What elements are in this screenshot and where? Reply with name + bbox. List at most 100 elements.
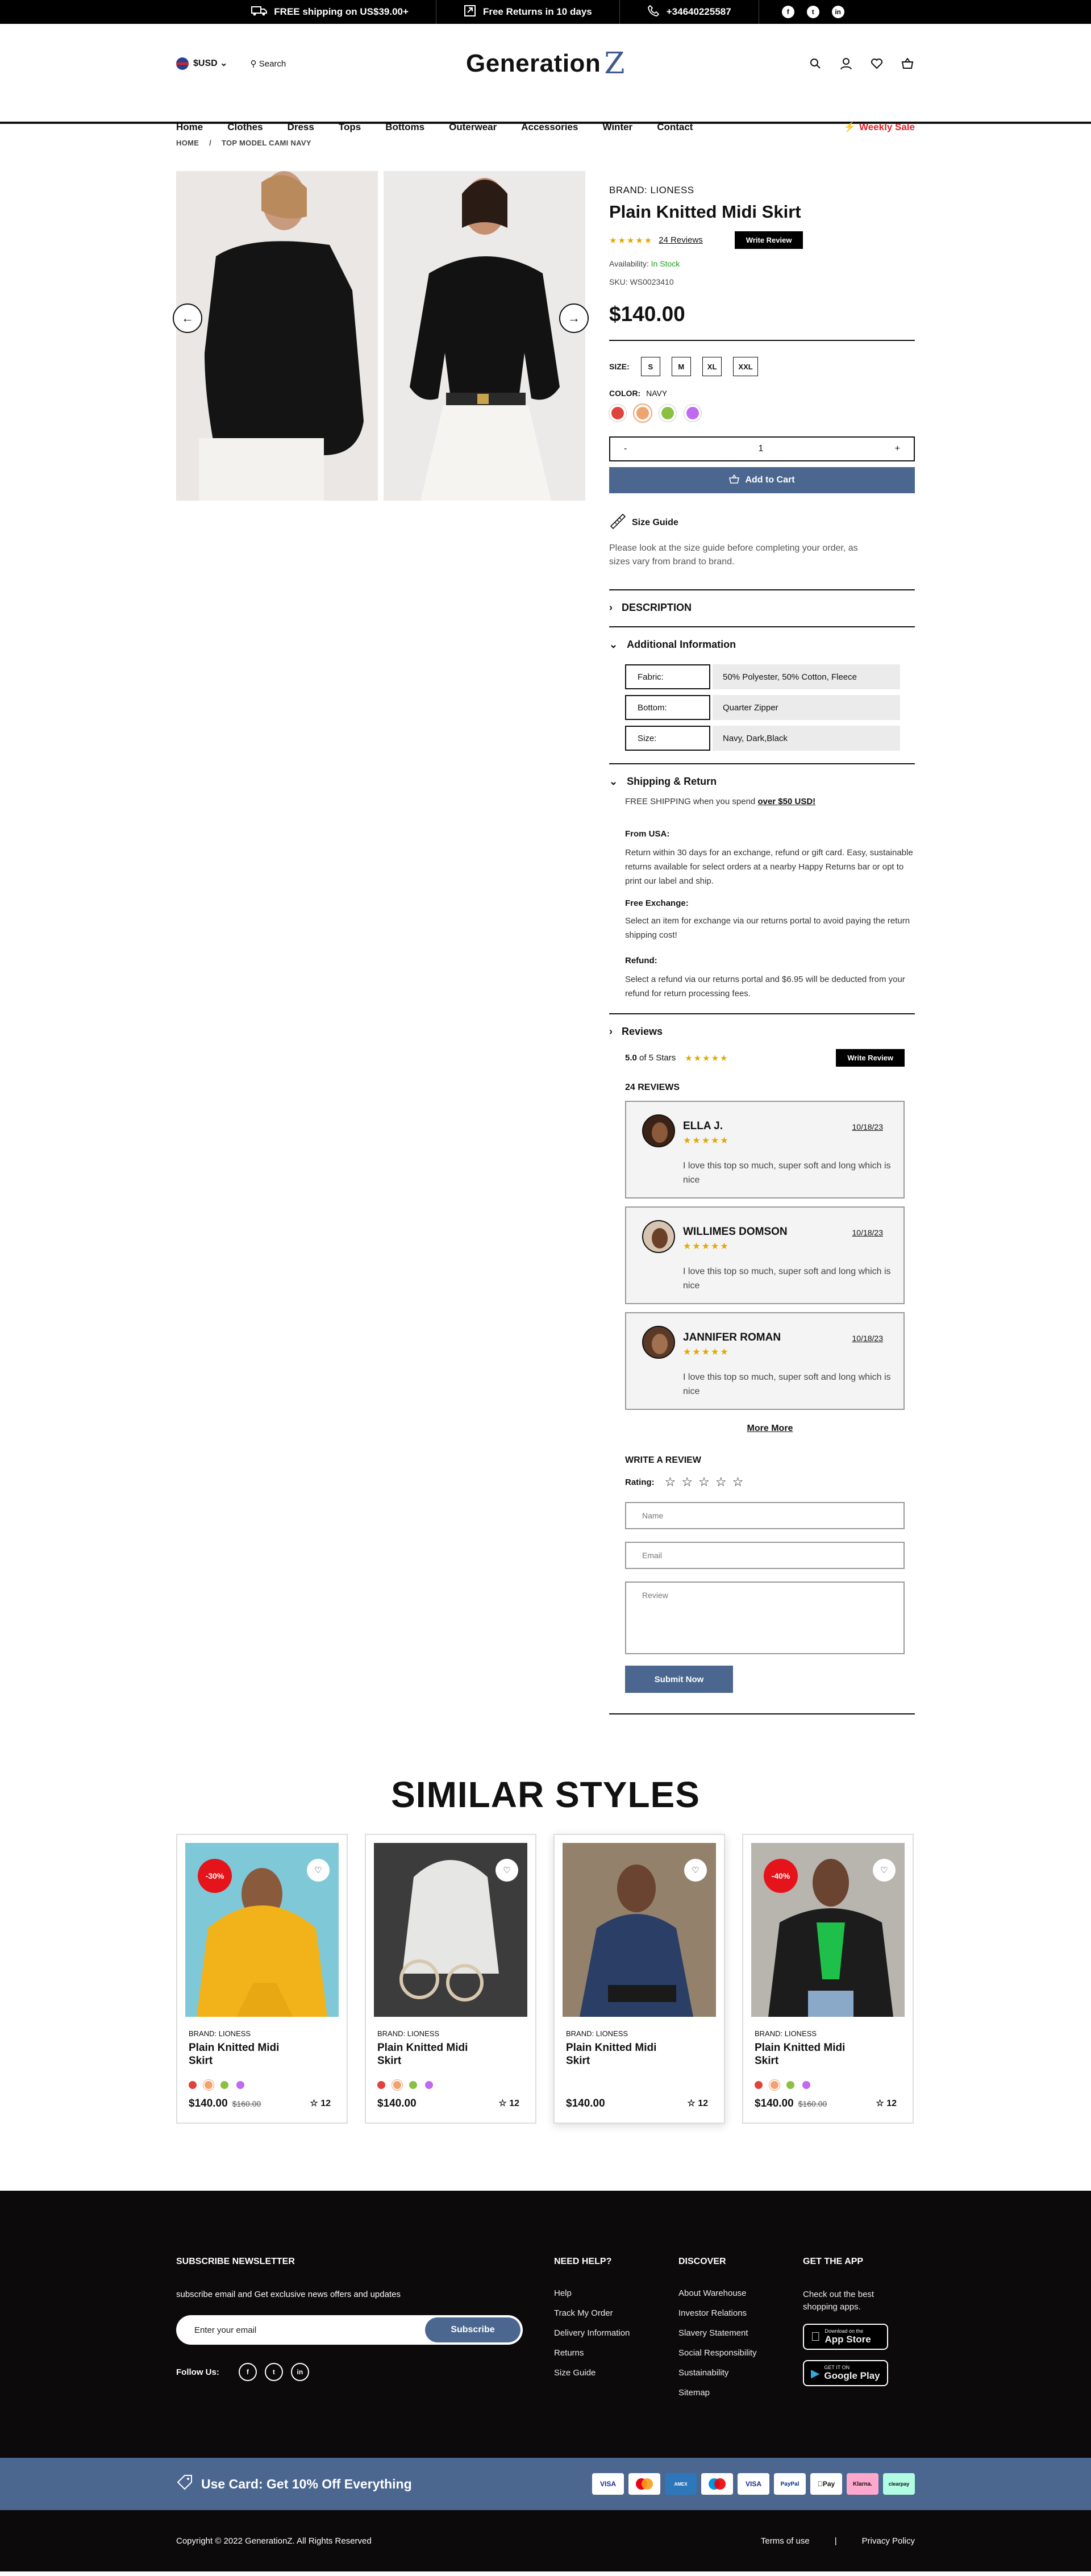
privacy-link[interactable]: Privacy Policy (862, 2536, 915, 2546)
footer-link[interactable]: Social Responsibility (678, 2348, 803, 2358)
twitter-icon[interactable]: t (264, 2363, 283, 2381)
color-dot[interactable] (425, 2081, 433, 2089)
footer-link[interactable]: Track My Order (554, 2308, 678, 2318)
product-card[interactable]: ♡ BRAND: LIONESS Plain Knitted Midi Skir… (553, 1834, 725, 2124)
heart-icon[interactable] (869, 56, 884, 71)
product-image-2[interactable] (384, 171, 585, 501)
footer-link[interactable]: Investor Relations (678, 2308, 803, 2318)
card-title[interactable]: Plain Knitted Midi Skirt (755, 2041, 868, 2067)
footer-link[interactable]: Sitemap (678, 2388, 803, 2398)
newsletter-email-input[interactable]: Enter your email Subscribe (176, 2315, 523, 2345)
prev-arrow-button[interactable]: ← (173, 303, 202, 333)
product-card[interactable]: ♡ BRAND: LIONESS Plain Knitted Midi Skir… (365, 1834, 536, 2124)
name-field[interactable]: Name (625, 1502, 905, 1529)
color-dot[interactable] (236, 2081, 244, 2089)
footer-link[interactable]: Returns (554, 2348, 678, 2358)
color-dot[interactable] (771, 2081, 778, 2089)
terms-link[interactable]: Terms of use (761, 2536, 810, 2546)
nav-contact[interactable]: Contact (657, 122, 693, 133)
nav-dress[interactable]: Dress (288, 122, 314, 133)
product-card-image[interactable]: ♡ (374, 1843, 527, 2017)
color-swatch[interactable] (684, 405, 701, 422)
qty-plus-button[interactable]: + (895, 444, 900, 454)
card-title[interactable]: Plain Knitted Midi Skirt (377, 2041, 491, 2067)
basket-icon[interactable] (900, 56, 915, 71)
color-dot[interactable] (755, 2081, 763, 2089)
size-guide-link[interactable]: Size Guide (609, 513, 915, 532)
search-icon[interactable] (808, 56, 823, 71)
heart-icon[interactable]: ♡ (495, 1859, 518, 1882)
qty-value[interactable]: 1 (759, 444, 764, 454)
user-icon[interactable] (839, 56, 853, 71)
qty-minus-button[interactable]: - (624, 444, 627, 454)
twitter-icon[interactable]: t (806, 6, 819, 18)
size-option[interactable]: S (640, 357, 660, 376)
write-review-button[interactable]: Write Review (836, 1049, 905, 1067)
color-dot[interactable] (220, 2081, 228, 2089)
color-swatch[interactable] (609, 405, 626, 422)
facebook-icon[interactable]: f (238, 2363, 257, 2381)
facebook-icon[interactable]: f (781, 6, 794, 18)
submit-review-button[interactable]: Submit Now (625, 1666, 733, 1693)
card-title[interactable]: Plain Knitted Midi Skirt (189, 2041, 302, 2067)
google-play-button[interactable]: ▶ GET IT ON Google Play (803, 2360, 888, 2386)
footer-link[interactable]: Size Guide (554, 2368, 678, 2378)
size-option[interactable]: XL (702, 357, 722, 376)
footer-link[interactable]: Delivery Information (554, 2328, 678, 2338)
additional-info-header[interactable]: ⌄ Additional Information (609, 639, 915, 651)
add-to-cart-button[interactable]: Add to Cart (609, 467, 915, 493)
footer-link[interactable]: About Warehouse (678, 2288, 803, 2298)
reviews-header[interactable]: › Reviews (609, 1026, 915, 1038)
phone-notice[interactable]: +34640225587 (620, 0, 759, 24)
free-shipping-link[interactable]: over $50 USD! (757, 797, 815, 806)
currency-selector[interactable]: $USD ⌄ (176, 57, 228, 70)
product-card-image[interactable]: ♡ (563, 1843, 716, 2017)
subscribe-button[interactable]: Subscribe (425, 2317, 520, 2342)
weekly-sale-link[interactable]: ⚡ Weekly Sale (844, 122, 915, 133)
color-dot[interactable] (205, 2081, 213, 2089)
heart-icon[interactable]: ♡ (684, 1859, 707, 1882)
linkedin-icon[interactable]: in (831, 6, 844, 18)
product-card[interactable]: -40% ♡ BRAND: LIONESS Plain Knitted Midi… (742, 1834, 914, 2124)
nav-tops[interactable]: Tops (339, 122, 361, 133)
app-store-button[interactable]: Download on theApp Store (803, 2324, 888, 2350)
product-card-image[interactable]: -30% ♡ (185, 1843, 339, 2017)
color-swatch[interactable] (634, 405, 651, 422)
write-review-button[interactable]: Write Review (734, 231, 803, 249)
size-option[interactable]: M (671, 357, 691, 376)
nav-clothes[interactable]: Clothes (227, 122, 263, 133)
footer-link[interactable]: Sustainability (678, 2368, 803, 2378)
product-image-1[interactable] (176, 171, 378, 501)
color-dot[interactable] (189, 2081, 197, 2089)
nav-outerwear[interactable]: Outerwear (449, 122, 497, 133)
more-reviews-link[interactable]: More More (625, 1424, 915, 1434)
review-textarea[interactable]: Review (625, 1582, 905, 1654)
star-outline-icon[interactable]: ☆☆☆☆☆ (665, 1475, 749, 1489)
nav-bottoms[interactable]: Bottoms (385, 122, 424, 133)
color-swatch[interactable] (659, 405, 676, 422)
footer-link[interactable]: Slavery Statement (678, 2328, 803, 2338)
email-field[interactable]: Email (625, 1542, 905, 1569)
color-dot[interactable] (802, 2081, 810, 2089)
color-dot[interactable] (377, 2081, 385, 2089)
color-dot[interactable] (786, 2081, 794, 2089)
logo[interactable]: Generation Z (466, 47, 625, 81)
linkedin-icon[interactable]: in (290, 2363, 309, 2381)
color-dot[interactable] (393, 2081, 401, 2089)
search-button[interactable]: ⚲ Search (251, 59, 286, 69)
shipping-header[interactable]: ⌄ Shipping & Return (609, 776, 915, 788)
heart-icon[interactable]: ♡ (307, 1859, 330, 1882)
color-dot[interactable] (409, 2081, 417, 2089)
card-title[interactable]: Plain Knitted Midi Skirt (566, 2041, 680, 2067)
nav-home[interactable]: Home (176, 122, 203, 133)
nav-accessories[interactable]: Accessories (521, 122, 578, 133)
footer-link[interactable]: Help (554, 2288, 678, 2298)
product-card-image[interactable]: -40% ♡ (751, 1843, 905, 2017)
reviews-count-link[interactable]: 24 Reviews (659, 235, 703, 245)
breadcrumb-home[interactable]: HOME (176, 139, 199, 147)
description-accordion[interactable]: › DESCRIPTION (609, 589, 915, 614)
nav-winter[interactable]: Winter (602, 122, 632, 133)
product-card[interactable]: -30% ♡ BRAND: LIONESS Plain Knitted Midi… (176, 1834, 348, 2124)
heart-icon[interactable]: ♡ (873, 1859, 896, 1882)
size-option[interactable]: XXL (733, 357, 758, 376)
